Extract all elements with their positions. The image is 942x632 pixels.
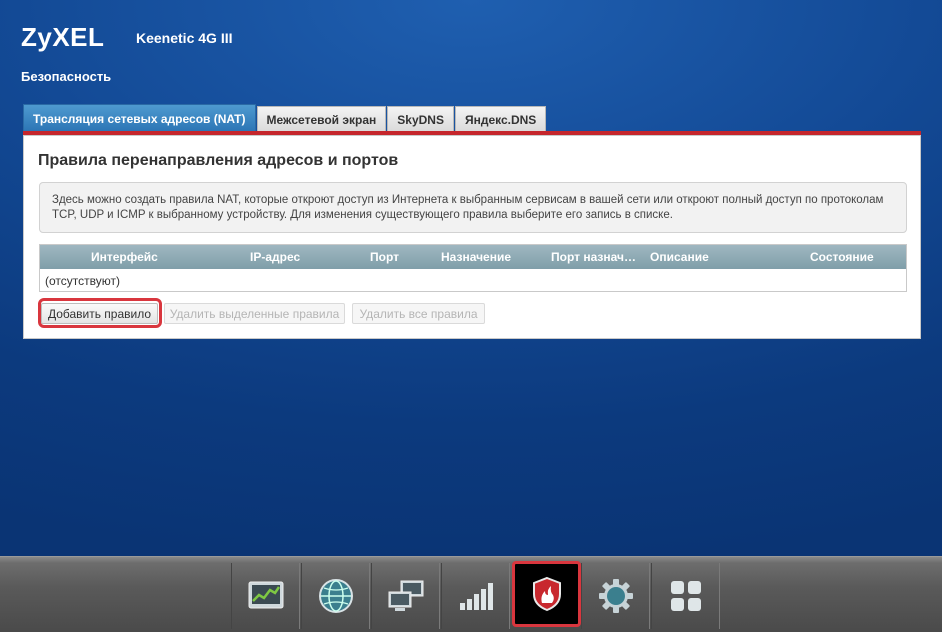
col-dest-port[interactable]: Порт назнач… — [551, 245, 636, 269]
taskbar-apps[interactable] — [651, 563, 720, 629]
table-header: Интерфейс IP-адрес Порт Назначение Порт … — [40, 245, 906, 269]
col-state[interactable]: Состояние — [810, 245, 874, 269]
taskbar-system[interactable] — [581, 563, 650, 629]
tab-yandex-dns[interactable]: Яндекс.DNS — [454, 106, 547, 132]
col-port[interactable]: Порт — [370, 245, 399, 269]
taskbar-wifi[interactable] — [441, 563, 510, 629]
taskbar-internet[interactable] — [301, 563, 370, 629]
tab-skydns[interactable]: SkyDNS — [387, 106, 454, 132]
col-ip[interactable]: IP-адрес — [250, 245, 300, 269]
header: ZyXEL Keenetic 4G III Безопасность — [0, 0, 942, 100]
monitor-icon — [248, 581, 283, 609]
col-description[interactable]: Описание — [650, 245, 709, 269]
tab-bar: Трансляция сетевых адресов (NAT) Межсете… — [23, 104, 547, 132]
taskbar — [0, 556, 942, 632]
add-rule-button[interactable]: Добавить правило — [41, 303, 158, 324]
info-box: Здесь можно создать правила NAT, которые… — [39, 182, 907, 233]
globe-icon — [318, 579, 353, 613]
nat-panel: Правила перенаправления адресов и портов… — [23, 135, 921, 339]
model-name: Keenetic 4G III — [136, 30, 233, 46]
rules-table: Интерфейс IP-адрес Порт Назначение Порт … — [39, 244, 907, 292]
col-interface[interactable]: Интерфейс — [91, 245, 158, 269]
delete-selected-button[interactable]: Удалить выделенные правила — [164, 303, 345, 324]
col-destination[interactable]: Назначение — [441, 245, 511, 269]
taskbar-security[interactable] — [512, 561, 581, 627]
apps-icon — [670, 581, 701, 611]
gear-icon — [598, 579, 633, 613]
shield-icon — [532, 576, 561, 612]
taskbar-home-network[interactable] — [371, 563, 440, 629]
section-title: Безопасность — [21, 69, 112, 84]
delete-all-button[interactable]: Удалить все правила — [352, 303, 485, 324]
table-row: (отсутствуют) — [45, 274, 120, 288]
zyxel-logo: ZyXEL — [21, 22, 105, 52]
panel-title: Правила перенаправления адресов и портов — [38, 152, 399, 169]
signal-icon — [459, 583, 493, 610]
taskbar-monitor[interactable] — [231, 563, 300, 629]
tab-nat[interactable]: Трансляция сетевых адресов (NAT) — [23, 104, 256, 132]
network-icon — [388, 580, 423, 611]
tab-firewall[interactable]: Межсетевой экран — [256, 106, 387, 132]
